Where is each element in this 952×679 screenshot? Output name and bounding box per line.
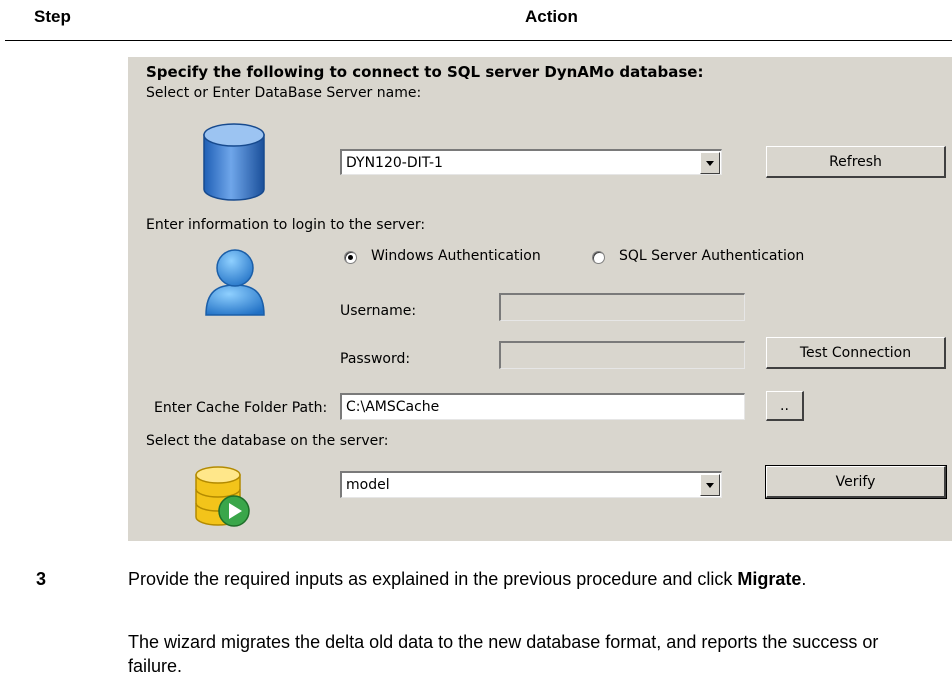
windows-auth-label: Windows Authentication	[371, 248, 541, 264]
user-icon	[205, 249, 265, 316]
browse-button[interactable]: ..	[766, 391, 804, 421]
server-name-value: DYN120-DIT-1	[346, 155, 443, 171]
action-column-header: Action	[525, 7, 578, 26]
username-field[interactable]	[499, 293, 745, 321]
cache-folder-field[interactable]: C:\AMSCache	[340, 393, 745, 420]
cache-folder-label: Enter Cache Folder Path:	[154, 400, 328, 416]
database-server-icon	[203, 123, 265, 201]
database-value: model	[346, 477, 390, 493]
username-label: Username:	[340, 303, 417, 319]
step-result: The wizard migrates the delta old data t…	[128, 632, 879, 676]
sql-auth-label: SQL Server Authentication	[619, 248, 805, 264]
instruction-text: Provide the required inputs as explained…	[128, 569, 738, 589]
refresh-button[interactable]: Refresh	[766, 146, 946, 178]
database-select-icon	[195, 466, 250, 527]
instruction-period: .	[801, 569, 807, 589]
database-prompt: Select the database on the server:	[146, 433, 389, 449]
connection-dialog: Specify the following to connect to SQL …	[128, 57, 952, 541]
step-instruction: Provide the required inputs as explained…	[128, 567, 928, 591]
step-number: 3	[36, 569, 47, 589]
test-connection-button[interactable]: Test Connection	[766, 337, 946, 369]
header-divider	[5, 40, 952, 41]
windows-auth-radio[interactable]	[344, 251, 357, 264]
server-name-combo[interactable]: DYN120-DIT-1	[340, 149, 722, 175]
migrate-emphasis: Migrate	[737, 569, 802, 589]
server-prompt: Select or Enter DataBase Server name:	[146, 85, 422, 101]
verify-button[interactable]: Verify	[765, 465, 947, 499]
sql-auth-radio[interactable]	[592, 251, 605, 264]
login-prompt: Enter information to login to the server…	[146, 217, 426, 233]
chevron-down-icon[interactable]	[700, 474, 720, 496]
password-field[interactable]	[499, 341, 745, 369]
step-column-header: Step	[34, 7, 71, 26]
database-combo[interactable]: model	[340, 471, 722, 498]
password-label: Password:	[340, 351, 411, 367]
dialog-title: Specify the following to connect to SQL …	[146, 63, 704, 81]
chevron-down-icon[interactable]	[700, 152, 720, 174]
